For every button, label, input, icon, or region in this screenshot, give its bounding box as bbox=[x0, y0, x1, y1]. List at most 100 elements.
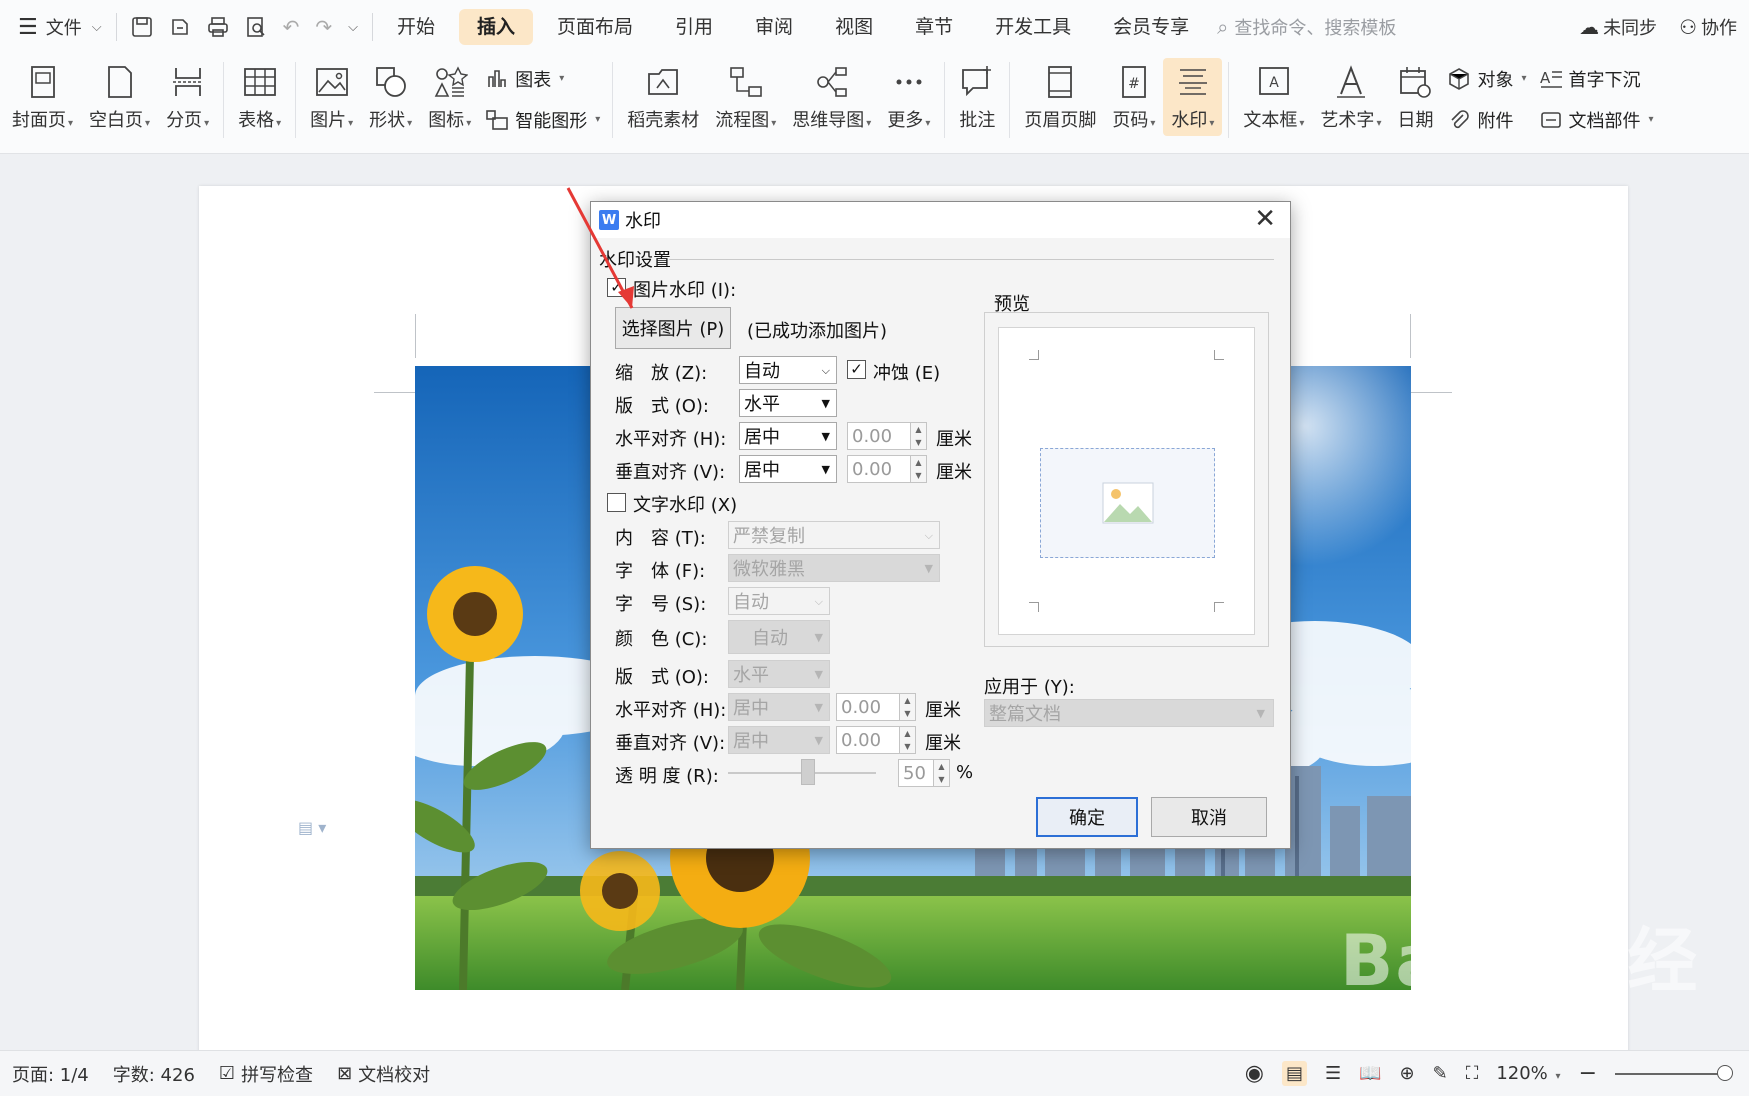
zoom-out-icon[interactable]: − bbox=[1579, 1061, 1597, 1086]
spellcheck-button[interactable]: ☑ 拼写检查 bbox=[219, 1061, 313, 1087]
tab-8[interactable]: 会员专享 bbox=[1095, 9, 1207, 45]
cancel-button[interactable]: 取消 bbox=[1151, 797, 1267, 837]
cover-page-button[interactable]: 封面页 ▾ bbox=[4, 58, 81, 136]
v-align-select[interactable]: 居中 ▼ bbox=[739, 455, 837, 483]
text-v-align-select[interactable]: 居中 ▼ bbox=[728, 726, 830, 754]
spinner-arrows-icon[interactable]: ▲ ▼ bbox=[899, 694, 915, 720]
transparency-spinner[interactable]: 50 ▲ ▼ bbox=[898, 759, 950, 787]
object-button[interactable]: 对象 ▾ bbox=[1447, 62, 1527, 96]
font-select[interactable]: 微软雅黑 ▼ bbox=[728, 554, 940, 582]
content-select[interactable]: 严禁复制 ⌵ bbox=[728, 521, 940, 549]
text-layout-select[interactable]: 水平 ▼ bbox=[728, 660, 830, 688]
svg-text:A: A bbox=[1269, 75, 1279, 91]
mindmap-button[interactable]: 思维导图 ▾ bbox=[784, 58, 879, 136]
word-count[interactable]: 字数: 426 bbox=[113, 1061, 195, 1087]
attachment-button[interactable]: 附件 bbox=[1447, 103, 1526, 137]
close-icon[interactable]: ✕ bbox=[1254, 206, 1276, 232]
fit-page-icon[interactable]: ⛶ bbox=[1466, 1063, 1479, 1084]
comment-button[interactable]: 批注 bbox=[951, 58, 1003, 136]
smartart-button[interactable]: 智能图形 ▾ bbox=[485, 103, 600, 137]
more-button[interactable]: 更多 ▾ bbox=[879, 58, 938, 136]
doc-parts-button[interactable]: 文档部件 ▾ bbox=[1539, 103, 1654, 137]
tab-0[interactable]: 开始 bbox=[379, 9, 453, 45]
tab-7[interactable]: 开发工具 bbox=[977, 9, 1089, 45]
h-align-select[interactable]: 居中 ▼ bbox=[739, 422, 837, 450]
v-align-label: 垂直对齐 (V): bbox=[615, 462, 726, 483]
export-button[interactable] bbox=[161, 0, 199, 54]
tab-4[interactable]: 审阅 bbox=[737, 9, 811, 45]
shape-button[interactable]: 形状 ▾ bbox=[361, 58, 420, 136]
v-offset-spinner[interactable]: 0.00 ▲ ▼ bbox=[847, 455, 927, 483]
wordart-button[interactable]: 艺术字 ▾ bbox=[1312, 58, 1389, 136]
text-h-align-select[interactable]: 居中 ▼ bbox=[728, 693, 830, 721]
print-preview-button[interactable] bbox=[237, 0, 275, 54]
spinner-arrows-icon[interactable]: ▲ ▼ bbox=[910, 423, 926, 449]
icon-button[interactable]: 图标 ▾ bbox=[420, 58, 479, 136]
page-break-button[interactable]: 分页 ▾ bbox=[158, 58, 217, 136]
watermark-dialog[interactable]: W 水印 ✕ 水印设置 ✓ 图片水印 (I): 选择图片 (P) (已成功添加图… bbox=[590, 201, 1291, 849]
picture-button[interactable]: 图片 ▾ bbox=[302, 58, 361, 136]
dialog-title-bar[interactable]: W 水印 ✕ bbox=[591, 202, 1290, 238]
undo-button[interactable]: ↶ bbox=[275, 0, 308, 54]
header-footer-label: 页眉页脚 bbox=[1024, 110, 1097, 131]
table-button[interactable]: 表格 ▾ bbox=[230, 58, 289, 136]
page-number-button[interactable]: # 页码 ▾ bbox=[1104, 58, 1163, 136]
slider-thumb[interactable] bbox=[801, 759, 815, 785]
apply-to-select[interactable]: 整篇文档 ▼ bbox=[984, 699, 1274, 727]
outline-view-icon[interactable]: ☰ bbox=[1325, 1063, 1341, 1084]
scale-select[interactable]: 自动 ⌵ bbox=[739, 356, 837, 384]
tab-6[interactable]: 章节 bbox=[897, 9, 971, 45]
spinner-arrows-icon[interactable]: ▲ ▼ bbox=[899, 727, 915, 753]
text-h-align-label: 水平对齐 (H): bbox=[615, 700, 727, 721]
text-h-offset-spinner[interactable]: 0.00 ▲ ▼ bbox=[836, 693, 916, 721]
print-button[interactable] bbox=[199, 0, 237, 54]
zoom-slider[interactable] bbox=[1615, 1064, 1733, 1081]
tab-3[interactable]: 引用 bbox=[657, 9, 731, 45]
user-plus-icon: ⚇ bbox=[1679, 15, 1697, 39]
ok-button[interactable]: 确定 bbox=[1036, 797, 1138, 837]
proofread-button[interactable]: ⊠ 文档校对 bbox=[337, 1061, 430, 1087]
text-watermark-checkbox[interactable] bbox=[607, 493, 626, 512]
tab-2[interactable]: 页面布局 bbox=[539, 9, 651, 45]
h-offset-spinner[interactable]: 0.00 ▲ ▼ bbox=[847, 422, 927, 450]
layout-select[interactable]: 水平 ▼ bbox=[739, 389, 837, 417]
dropcap-button[interactable]: A 首字下沉 bbox=[1539, 62, 1654, 96]
redo-button[interactable]: ↷ bbox=[307, 0, 340, 54]
flowchart-button[interactable]: 流程图 ▾ bbox=[707, 58, 784, 136]
watermark-button[interactable]: 水印 ▾ bbox=[1163, 58, 1223, 136]
web-view-icon[interactable]: ⊕ bbox=[1400, 1063, 1415, 1084]
textbox-button[interactable]: A 文本框 ▾ bbox=[1235, 58, 1312, 136]
date-button[interactable]: 日期 bbox=[1389, 58, 1441, 136]
collab-button[interactable]: ⚇ 协作 bbox=[1679, 14, 1737, 40]
material-button[interactable]: 稻壳素材 bbox=[619, 58, 707, 136]
search-box[interactable]: ⌕ 查找命令、搜索模板 bbox=[1217, 14, 1396, 40]
zoom-level[interactable]: 120% ▾ bbox=[1496, 1063, 1560, 1084]
eye-protection-icon[interactable]: ◉ bbox=[1245, 1061, 1264, 1086]
chart-button[interactable]: 图表 ▾ bbox=[485, 62, 600, 96]
tab-5[interactable]: 视图 bbox=[817, 9, 891, 45]
file-menu-button[interactable]: ☰ 文件 ⌵ bbox=[0, 0, 110, 54]
printer-icon bbox=[207, 17, 228, 37]
caret-down-icon: ▼ bbox=[814, 631, 823, 644]
color-select[interactable]: 自动 ▼ bbox=[728, 620, 830, 654]
washout-checkbox[interactable]: ✓ bbox=[847, 360, 866, 379]
more-icon bbox=[896, 79, 922, 85]
quick-access-menu[interactable]: ⌵ bbox=[340, 0, 366, 54]
ribbon-insert: 封面页 ▾ 空白页 ▾ 分页 ▾ 表格 ▾ 图片 ▾ 形状 ▾ 图标 ▾ 图表 ▾ 智能图形 ▾ bbox=[0, 54, 1749, 154]
paragraph-layout-icon[interactable]: ▤ ▾ bbox=[298, 818, 326, 837]
reading-view-icon[interactable]: 📖 bbox=[1359, 1063, 1381, 1084]
pen-icon[interactable]: ✎ bbox=[1433, 1063, 1448, 1084]
save-button[interactable] bbox=[123, 0, 161, 54]
text-v-offset-spinner[interactable]: 0.00 ▲ ▼ bbox=[836, 726, 916, 754]
page-indicator[interactable]: 页面: 1/4 bbox=[12, 1061, 89, 1087]
spinner-arrows-icon[interactable]: ▲ ▼ bbox=[933, 760, 949, 786]
sync-button[interactable]: ☁ 未同步 bbox=[1579, 14, 1657, 40]
size-select[interactable]: 自动 ⌵ bbox=[728, 587, 830, 615]
page-view-icon[interactable]: ▤ bbox=[1281, 1061, 1307, 1086]
calendar-icon bbox=[1400, 67, 1432, 98]
tab-1[interactable]: 插入 bbox=[459, 9, 534, 45]
zoom-slider-thumb[interactable] bbox=[1717, 1064, 1733, 1081]
spinner-arrows-icon[interactable]: ▲ ▼ bbox=[910, 456, 926, 482]
header-footer-button[interactable]: 页眉页脚 bbox=[1016, 58, 1104, 136]
blank-page-button[interactable]: 空白页 ▾ bbox=[81, 58, 158, 136]
